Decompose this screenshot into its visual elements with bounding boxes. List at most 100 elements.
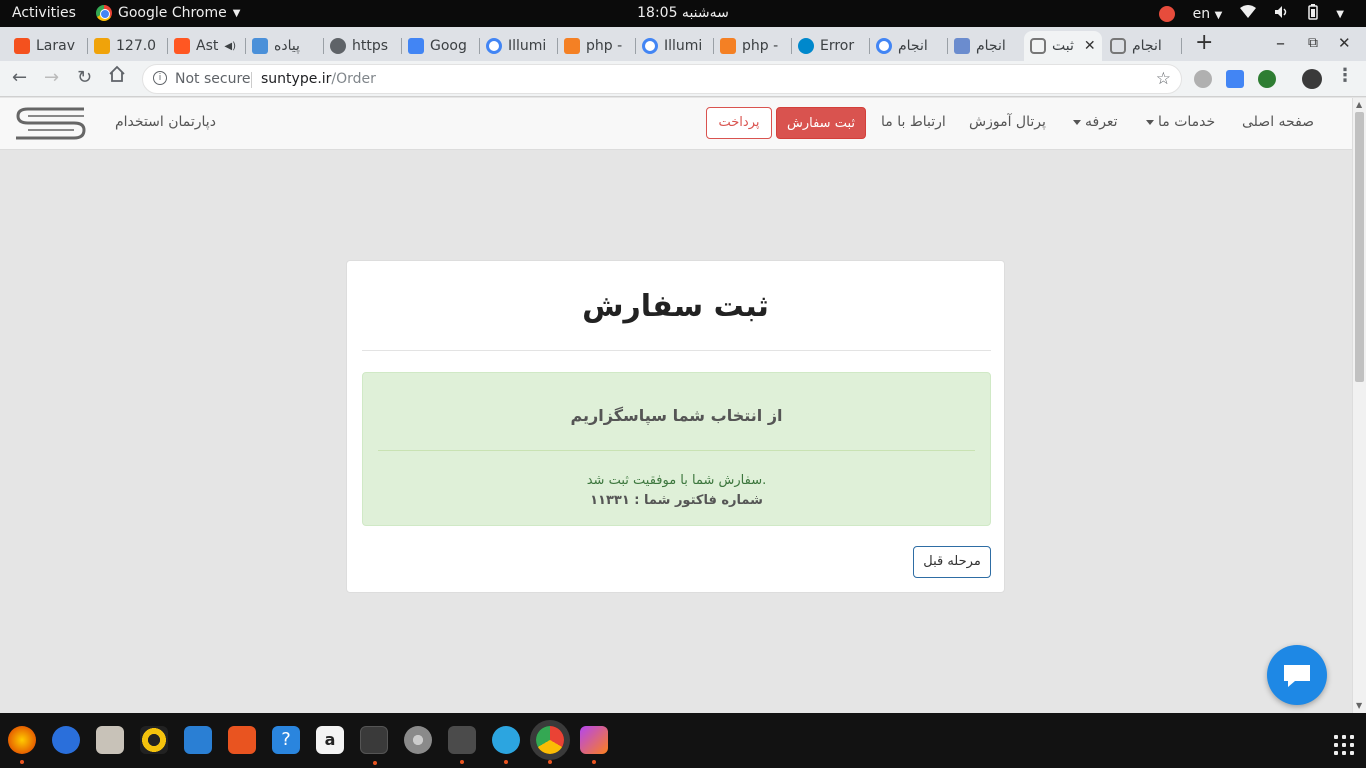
- nav-home-link[interactable]: صفحه اصلی: [1242, 114, 1314, 130]
- alert-divider: [378, 450, 975, 451]
- language-indicator[interactable]: en ▼: [1193, 6, 1223, 22]
- translate-icon[interactable]: [1226, 70, 1244, 88]
- page-scrollbar[interactable]: ▲ ▼: [1352, 98, 1366, 713]
- nav-contact-link[interactable]: ارتباط با ما: [881, 114, 946, 130]
- divider: [362, 350, 991, 351]
- tab-strip: Larav 127.0 Ast ◀) پیاده https Goog Illum…: [0, 27, 1366, 61]
- reload-icon[interactable]: ↻: [77, 67, 92, 88]
- url-text[interactable]: suntype.ir/Order: [261, 71, 376, 87]
- close-window-icon[interactable]: ✕: [1338, 34, 1351, 52]
- show-applications-grid-icon[interactable]: [1334, 735, 1354, 755]
- google-g-icon: [486, 38, 502, 54]
- invoice-number: شماره فاکتور شما : ۱۱۳۳۱: [590, 493, 763, 508]
- help-icon[interactable]: ?: [272, 726, 300, 754]
- stackoverflow-icon: [564, 38, 580, 54]
- amazon-icon[interactable]: a: [316, 726, 344, 754]
- not-secure-label[interactable]: Not secure: [175, 71, 251, 87]
- thunderbird-icon[interactable]: [52, 726, 80, 754]
- profile-avatar[interactable]: [1302, 69, 1322, 89]
- browser-tab[interactable]: Goog: [402, 31, 480, 61]
- browser-tab[interactable]: انجام: [948, 31, 1024, 61]
- system-tray[interactable]: en ▼ ▼: [1158, 4, 1344, 24]
- notification-badge-icon[interactable]: [1158, 6, 1175, 22]
- wifi-icon: [1240, 5, 1257, 23]
- page-title: ثبت سفارش: [582, 289, 769, 324]
- tab-favicon-icon: [954, 38, 970, 54]
- new-tab-plus-icon[interactable]: +: [1195, 30, 1213, 55]
- success-message: سفارش شما با موفقیت ثبت شد.: [586, 473, 767, 488]
- browser-tab[interactable]: Illumi: [480, 31, 558, 61]
- sublime-text-icon[interactable]: [448, 726, 476, 764]
- chat-icon: [1284, 665, 1310, 687]
- pay-button[interactable]: پرداخت: [706, 107, 772, 139]
- previous-step-button[interactable]: مرحله قبل: [913, 546, 991, 578]
- browser-tab[interactable]: Ast ◀): [168, 31, 246, 61]
- rhythmbox-icon[interactable]: [140, 726, 168, 754]
- tab-favicon-icon: [330, 38, 346, 54]
- caret-down-icon: [1073, 119, 1081, 125]
- home-icon[interactable]: [108, 65, 126, 88]
- system-top-bar: Activities Google Chrome ▼ سه‌شنبه 18:05…: [0, 0, 1366, 27]
- address-bar[interactable]: i Not secure suntype.ir/Order ☆: [142, 64, 1182, 94]
- browser-tab[interactable]: https: [324, 31, 402, 61]
- nav-services-dropdown[interactable]: خدمات ما: [1146, 114, 1215, 130]
- volume-icon: [1274, 5, 1290, 23]
- software-center-icon[interactable]: [228, 726, 256, 754]
- extension-earth-icon[interactable]: [1258, 70, 1276, 88]
- site-navbar: دپارتمان استخدام پرداخت ثبت سفارش ارتباط…: [0, 98, 1352, 150]
- order-button[interactable]: ثبت سفارش: [776, 107, 866, 139]
- activities-button[interactable]: Activities: [12, 5, 76, 21]
- tab-favicon-icon: [14, 38, 30, 54]
- back-arrow-icon[interactable]: ←: [12, 67, 27, 88]
- phpstorm-icon[interactable]: [580, 726, 608, 764]
- minimize-window-icon[interactable]: –: [1276, 33, 1285, 54]
- chrome-menu-icon[interactable]: ⋮: [1336, 65, 1354, 86]
- careers-link[interactable]: دپارتمان استخدام: [115, 114, 216, 130]
- browser-tab[interactable]: Larav: [8, 31, 88, 61]
- success-alert: از انتخاب شما سپاسگزاریم سفارش شما با مو…: [362, 372, 991, 526]
- bookmark-star-icon[interactable]: ☆: [1156, 69, 1171, 89]
- extension-globe-icon[interactable]: [1194, 70, 1212, 88]
- web-page: دپارتمان استخدام پرداخت ثبت سفارش ارتباط…: [0, 98, 1352, 713]
- nav-pricing-dropdown[interactable]: تعرفه: [1073, 114, 1118, 130]
- info-icon[interactable]: i: [153, 71, 167, 85]
- clock[interactable]: سه‌شنبه 18:05: [600, 5, 766, 21]
- telegram-icon: [798, 38, 814, 54]
- browser-tab[interactable]: انجام: [870, 31, 948, 61]
- restore-window-icon[interactable]: ⧉: [1308, 35, 1318, 51]
- stackoverflow-icon: [720, 38, 736, 54]
- telegram-icon[interactable]: [492, 726, 520, 764]
- nav-portal-link[interactable]: پرتال آموزش: [969, 114, 1046, 130]
- browser-tab[interactable]: Error: [792, 31, 870, 61]
- forward-arrow-icon[interactable]: →: [44, 67, 59, 88]
- chrome-icon: [96, 5, 112, 21]
- suntype-logo[interactable]: [14, 104, 86, 144]
- order-card: ثبت سفارش از انتخاب شما سپاسگزاریم سفارش…: [346, 260, 1005, 593]
- libreoffice-writer-icon[interactable]: [184, 726, 212, 754]
- browser-tab[interactable]: php -: [558, 31, 636, 61]
- alert-heading: از انتخاب شما سپاسگزاریم: [570, 406, 783, 425]
- scrollbar-thumb[interactable]: [1355, 112, 1364, 382]
- browser-tab[interactable]: php -: [714, 31, 792, 61]
- close-tab-icon[interactable]: ✕: [1084, 38, 1096, 54]
- firefox-icon[interactable]: [8, 726, 36, 764]
- browser-tab[interactable]: 127.0: [88, 31, 168, 61]
- settings-gear-icon[interactable]: [404, 726, 432, 754]
- browser-tab[interactable]: انجام: [1104, 31, 1182, 61]
- alert-body: سفارش شما با موفقیت ثبت شد. شماره فاکتور…: [363, 471, 990, 511]
- power-menu-caret-icon[interactable]: ▼: [1336, 9, 1344, 20]
- terminal-icon[interactable]: [360, 726, 388, 765]
- browser-tab-active[interactable]: ثبت ✕: [1024, 31, 1102, 61]
- suntype-logo-icon: [1110, 38, 1126, 54]
- google-g-icon: [876, 38, 892, 54]
- tab-favicon-icon: [174, 38, 190, 54]
- files-icon[interactable]: [96, 726, 124, 754]
- tab-favicon-icon: [94, 38, 110, 54]
- app-menu[interactable]: Google Chrome ▼: [96, 5, 240, 21]
- chrome-dock-icon[interactable]: [536, 726, 564, 764]
- browser-tab[interactable]: پیاده: [246, 31, 324, 61]
- caret-down-icon: ▼: [232, 7, 241, 19]
- caret-down-icon: [1146, 119, 1154, 125]
- browser-tab[interactable]: Illumi: [636, 31, 714, 61]
- chat-widget-button[interactable]: [1267, 645, 1327, 705]
